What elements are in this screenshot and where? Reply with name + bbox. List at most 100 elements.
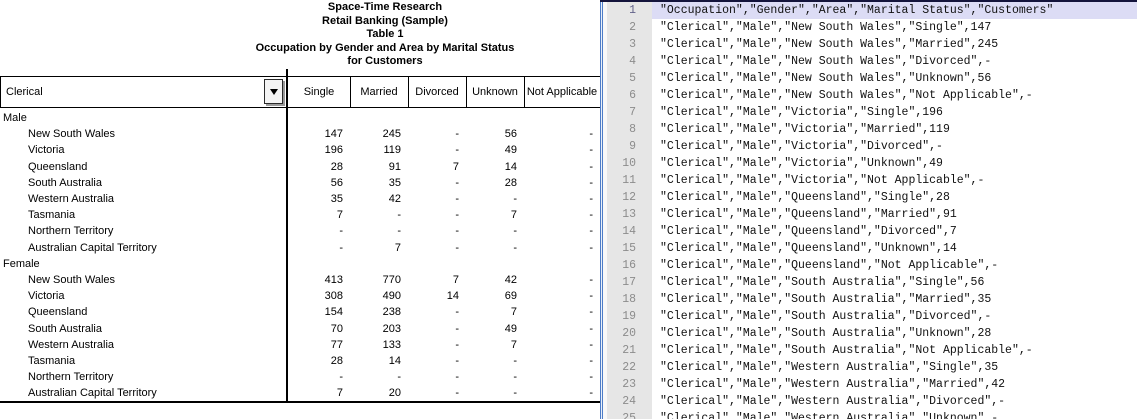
csv-line: 1"Occupation","Gender","Area","Marital S… [607,2,1137,19]
value-cell: 7 [288,209,350,221]
csv-line: 9"Clerical","Male","Victoria","Divorced"… [607,138,1137,155]
line-number: 19 [607,308,652,325]
area-row-label: New South Wales [0,128,288,140]
value-cell: 133 [350,339,408,351]
value-cell: 7 [408,274,466,286]
table-row: Queensland2891714- [0,159,600,175]
area-row-label: South Australia [0,323,288,335]
value-cell: - [524,323,600,335]
csv-line-text[interactable]: "Clerical","Male","Victoria","Unknown",4… [652,155,1137,172]
csv-line-text[interactable]: "Clerical","Male","South Australia","Div… [652,308,1137,325]
value-cell: 91 [350,161,408,173]
csv-line-text[interactable]: "Clerical","Male","New South Wales","Not… [652,87,1137,104]
csv-line-text[interactable]: "Clerical","Male","Victoria","Married",1… [652,121,1137,138]
csv-line-text[interactable]: "Clerical","Male","Queensland","Divorced… [652,223,1137,240]
value-cell: 245 [350,128,408,140]
area-row-label: Australian Capital Territory [0,387,288,399]
table-row: Female [0,256,600,272]
csv-line-text[interactable]: "Clerical","Male","South Australia","Mar… [652,291,1137,308]
report-title-line: Occupation by Gender and Area by Marital… [85,42,685,56]
area-row-label: Victoria [0,144,288,156]
csv-line: 19"Clerical","Male","South Australia","D… [607,308,1137,325]
area-row-label: New South Wales [0,274,288,286]
report-title-line: Retail Banking (Sample) [85,15,685,29]
value-cell: - [466,242,524,254]
value-cell: 238 [350,306,408,318]
csv-line-text[interactable]: "Clerical","Male","South Australia","Not… [652,342,1137,359]
value-cell: 56 [466,128,524,140]
csv-line-text[interactable]: "Clerical","Male","New South Wales","Unk… [652,70,1137,87]
value-cell: - [524,387,600,399]
value-cell: - [350,225,408,237]
csv-line-text[interactable]: "Clerical","Male","South Australia","Unk… [652,325,1137,342]
report-title-line: Table 1 [85,28,685,42]
table-row: Male [0,110,600,126]
table-row: Tasmania2814--- [0,353,600,369]
csv-line-text[interactable]: "Clerical","Male","New South Wales","Sin… [652,19,1137,36]
csv-line-text[interactable]: "Clerical","Male","Queensland","Unknown"… [652,240,1137,257]
csv-line-text[interactable]: "Clerical","Male","Western Australia","U… [652,410,1137,419]
value-cell: 42 [350,193,408,205]
value-cell: 42 [466,274,524,286]
value-cell: 147 [288,128,350,140]
csv-line: 24"Clerical","Male","Western Australia",… [607,393,1137,410]
value-cell: - [466,371,524,383]
value-cell: - [350,371,408,383]
csv-line-text[interactable]: "Clerical","Male","Western Australia","M… [652,376,1137,393]
value-cell: - [408,242,466,254]
column-header-unknown: Unknown [466,77,524,107]
value-cell: - [408,355,466,367]
value-cell: 35 [288,193,350,205]
value-cell: - [408,306,466,318]
occupation-dropdown[interactable]: Clerical [0,77,286,107]
value-cell: 49 [466,144,524,156]
table-row: Northern Territory----- [0,223,600,239]
line-number: 10 [607,155,652,172]
value-cell: - [408,128,466,140]
value-cell: - [288,225,350,237]
table-row: Western Australia77133-7- [0,337,600,353]
csv-line-text[interactable]: "Clerical","Male","South Australia","Sin… [652,274,1137,291]
line-number: 21 [607,342,652,359]
csv-line: 4"Clerical","Male","New South Wales","Di… [607,53,1137,70]
line-number: 13 [607,206,652,223]
chevron-down-icon [270,89,278,95]
csv-line-text[interactable]: "Clerical","Male","Victoria","Divorced",… [652,138,1137,155]
value-cell: 14 [408,290,466,302]
csv-line: 6"Clerical","Male","New South Wales","No… [607,87,1137,104]
value-cell: 14 [350,355,408,367]
line-number: 15 [607,240,652,257]
value-cell: - [524,177,600,189]
value-cell: - [288,371,350,383]
area-row-label: Western Australia [0,193,288,205]
csv-line-text[interactable]: "Clerical","Male","Western Australia","D… [652,393,1137,410]
csv-line-text[interactable]: "Clerical","Male","Western Australia","S… [652,359,1137,376]
csv-line: 15"Clerical","Male","Queensland","Unknow… [607,240,1137,257]
csv-line: 10"Clerical","Male","Victoria","Unknown"… [607,155,1137,172]
report-table-body: MaleNew South Wales147245-56-Victoria196… [0,110,600,401]
value-cell: - [408,177,466,189]
csv-line-text[interactable]: "Clerical","Male","New South Wales","Mar… [652,36,1137,53]
csv-line: 18"Clerical","Male","South Australia","M… [607,291,1137,308]
value-cell: - [524,144,600,156]
editor-text-area[interactable]: 1"Occupation","Gender","Area","Marital S… [607,2,1137,419]
csv-line: 17"Clerical","Male","South Australia","S… [607,274,1137,291]
line-number: 14 [607,223,652,240]
csv-line-text[interactable]: "Clerical","Male","New South Wales","Div… [652,53,1137,70]
csv-line-text[interactable]: "Clerical","Male","Queensland","Not Appl… [652,257,1137,274]
csv-line-text[interactable]: "Clerical","Male","Queensland","Single",… [652,189,1137,206]
area-row-label: Queensland [0,161,288,173]
line-number: 6 [607,87,652,104]
line-number: 7 [607,104,652,121]
line-number: 9 [607,138,652,155]
line-number: 16 [607,257,652,274]
csv-line-text[interactable]: "Clerical","Male","Victoria","Not Applic… [652,172,1137,189]
csv-line-text[interactable]: "Clerical","Male","Queensland","Married"… [652,206,1137,223]
table-row: Victoria196119-49- [0,142,600,158]
csv-line-text[interactable]: "Clerical","Male","Victoria","Single",19… [652,104,1137,121]
header-cell-separator [408,77,409,107]
dropdown-arrow-button[interactable] [264,79,283,104]
line-number: 12 [607,189,652,206]
value-cell: 7 [350,242,408,254]
csv-line-text[interactable]: "Occupation","Gender","Area","Marital St… [652,2,1137,19]
